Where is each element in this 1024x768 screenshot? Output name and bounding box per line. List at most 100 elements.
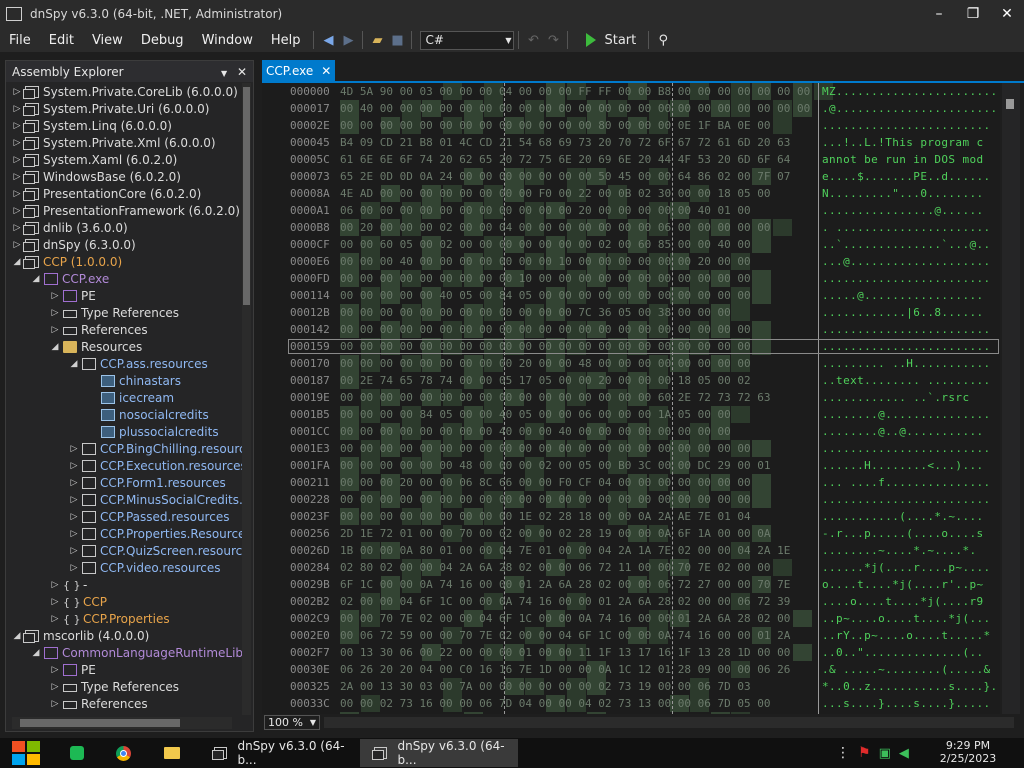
hex-bytes[interactable]: 2D 1E 72 01 00 00 70 00 02 00 00 02 28 1… — [340, 527, 770, 540]
hex-row[interactable]: 00029B 6F 1C 00 00 0A 74 16 00 00 01 2A 6… — [262, 576, 1000, 593]
collapsed-arrow-icon[interactable]: ▷ — [69, 512, 79, 522]
hex-bytes[interactable]: 00 00 00 00 00 40 05 00 84 05 00 00 00 0… — [340, 289, 751, 302]
hex-row[interactable]: 0002E0 00 06 72 59 00 00 70 7E 02 00 00 0… — [262, 627, 1000, 644]
hex-bytes[interactable]: 4E AD 00 00 00 00 00 00 00 00 F0 00 22 0… — [340, 187, 770, 200]
collapsed-arrow-icon[interactable]: ▷ — [12, 87, 22, 97]
tree-node[interactable]: ◢ mscorlib (4.0.0.0) — [12, 627, 149, 644]
tree-node[interactable]: ◢ CommonLanguageRuntimeLibrary — [31, 644, 242, 661]
hex-bytes[interactable]: 00 00 60 05 00 02 00 00 00 00 00 00 00 0… — [340, 238, 751, 251]
hex-ascii[interactable]: ........................ — [822, 442, 991, 455]
hex-ascii[interactable]: .....@................. — [822, 289, 984, 302]
hex-bytes[interactable]: 02 80 02 00 00 04 2A 6A 28 02 00 00 06 7… — [340, 561, 770, 574]
collapsed-arrow-icon[interactable]: ▷ — [69, 546, 79, 556]
hex-bytes[interactable]: 00 00 70 7E 02 00 00 04 6F 1C 00 00 0A 7… — [340, 612, 790, 625]
collapsed-arrow-icon[interactable]: ▷ — [69, 444, 79, 454]
tree-node[interactable]: ▷{ } CCP.Properties — [50, 610, 170, 627]
scroll-thumb[interactable] — [1006, 99, 1014, 109]
collapsed-arrow-icon[interactable]: ▷ — [69, 461, 79, 471]
hex-row[interactable]: 000228 00 00 00 00 00 00 00 00 00 00 00 0… — [262, 491, 1000, 508]
expanded-arrow-icon[interactable]: ◢ — [12, 257, 22, 267]
tree-node[interactable]: ▷{ } CCP — [50, 593, 107, 610]
collapsed-arrow-icon[interactable]: ▷ — [50, 580, 60, 590]
tree-node[interactable]: ▷ CCP.Passed.resources — [69, 508, 230, 525]
menu-help[interactable]: Help — [262, 33, 310, 48]
collapsed-arrow-icon[interactable]: ▷ — [50, 291, 60, 301]
collapsed-arrow-icon[interactable]: ▷ — [69, 495, 79, 505]
tree-node[interactable]: ▷ System.Xaml (6.0.2.0) — [12, 151, 177, 168]
hex-row[interactable]: 0002C9 00 00 70 7E 02 00 00 04 6F 1C 00 0… — [262, 610, 1000, 627]
tree-node[interactable]: ◢ Resources — [50, 338, 143, 355]
expanded-arrow-icon[interactable]: ◢ — [12, 631, 22, 641]
collapsed-arrow-icon[interactable]: ▷ — [50, 614, 60, 624]
tree-node[interactable]: plussocialcredits — [88, 423, 219, 440]
collapsed-arrow-icon[interactable]: ▷ — [12, 240, 22, 250]
collapsed-arrow-icon[interactable]: ▷ — [50, 308, 60, 318]
hex-ascii[interactable]: *..0..z...........s....}. — [822, 680, 998, 693]
hex-ascii[interactable]: ........................ — [822, 272, 991, 285]
tree-node[interactable]: ▷ dnlib (3.6.0.0) — [12, 219, 128, 236]
hex-bytes[interactable]: 00 00 00 20 00 00 06 8C 66 00 00 F0 CF 0… — [340, 476, 751, 489]
save-icon[interactable]: ■ — [387, 30, 407, 50]
collapsed-arrow-icon[interactable]: ▷ — [12, 172, 22, 182]
menu-file[interactable]: File — [0, 33, 40, 48]
hex-ascii[interactable]: .& .....~........(.....& — [822, 663, 991, 676]
tree-node[interactable]: ▷ dnSpy (6.3.0.0) — [12, 236, 136, 253]
zoom-select[interactable]: 100 % ▼ — [264, 715, 320, 730]
chevron-down-icon[interactable]: ▼ — [221, 69, 227, 78]
collapsed-arrow-icon[interactable]: ▷ — [50, 325, 60, 335]
hex-row[interactable]: 000045 B4 09 CD 21 B8 01 4C CD 21 54 68 6… — [262, 134, 1000, 151]
taskbar-window-1[interactable]: dnSpy v6.3.0 (64-b... — [200, 739, 358, 767]
hex-ascii[interactable]: ...!..L.!This program c — [822, 136, 984, 149]
collapsed-arrow-icon[interactable]: ▷ — [50, 665, 60, 675]
expanded-arrow-icon[interactable]: ◢ — [31, 274, 41, 284]
hex-ascii[interactable]: ............|6..8...... — [822, 306, 984, 319]
hex-ascii[interactable]: ..rY..p~....o....t.....* — [822, 629, 991, 642]
tree-node[interactable]: chinastars — [88, 372, 181, 389]
hex-row[interactable]: 0000CF 00 00 60 05 00 02 00 00 00 00 00 0… — [262, 236, 1000, 253]
hex-bytes[interactable]: 02 00 00 04 6F 1C 00 00 0A 74 16 00 00 0… — [340, 595, 790, 608]
tree-node[interactable]: ▷ System.Private.Xml (6.0.0.0) — [12, 134, 216, 151]
hex-ascii[interactable]: . ...................... — [822, 221, 991, 234]
tree-node[interactable]: ▷ Type References — [50, 304, 180, 321]
hex-row[interactable]: 00002E 00 00 00 00 00 00 00 00 00 00 00 0… — [262, 117, 1000, 134]
hex-ascii[interactable]: ...s....}....s....}..... — [822, 697, 991, 710]
hex-bytes[interactable]: 00 00 00 00 00 00 00 00 00 00 00 00 00 0… — [340, 323, 751, 336]
tree-vertical-scrollbar[interactable] — [242, 83, 251, 715]
hex-bytes[interactable]: 00 00 00 00 00 00 00 00 00 00 00 00 00 0… — [340, 442, 751, 455]
hex-ascii[interactable]: ......*j(....r....p~.... — [822, 561, 991, 574]
tree-node[interactable]: ▷ WindowsBase (6.0.2.0) — [12, 168, 181, 185]
menu-view[interactable]: View — [83, 33, 132, 48]
hex-bytes[interactable]: 06 00 00 00 00 00 00 00 00 00 00 00 20 0… — [340, 204, 751, 217]
flag-icon[interactable]: ⚑ — [858, 745, 871, 761]
hex-row[interactable]: 0000E6 00 00 00 40 00 00 00 00 00 00 00 1… — [262, 253, 1000, 270]
hex-ascii[interactable]: ........@............... — [822, 408, 991, 421]
hex-row[interactable]: 00026D 1B 00 00 0A 80 01 00 00 04 7E 01 0… — [262, 542, 1000, 559]
hex-editor[interactable]: 000000 4D 5A 90 00 03 00 00 00 04 00 00 0… — [262, 83, 1000, 714]
tree-node[interactable]: ▷{ } - — [50, 576, 88, 593]
hex-ascii[interactable]: ........................ — [822, 119, 991, 132]
tree-node[interactable]: ▷ References — [50, 321, 148, 338]
hex-bytes[interactable]: 00 40 00 00 00 00 00 00 00 00 00 00 00 0… — [340, 102, 810, 115]
hex-horizontal-scrollbar[interactable] — [324, 717, 1014, 728]
tree-node[interactable]: ▷ PE — [50, 661, 96, 678]
hex-bytes[interactable]: 61 6E 6E 6F 74 20 62 65 20 72 75 6E 20 6… — [340, 153, 790, 166]
expanded-arrow-icon[interactable]: ◢ — [31, 648, 41, 658]
collapsed-arrow-icon[interactable]: ▷ — [69, 529, 79, 539]
hex-ascii[interactable]: ...........(....*.~.... — [822, 510, 984, 523]
hex-row[interactable]: 0001FA 00 00 00 00 00 00 48 00 00 00 02 0… — [262, 457, 1000, 474]
hex-row[interactable]: 00008A 4E AD 00 00 00 00 00 00 00 00 F0 0… — [262, 185, 1000, 202]
back-icon[interactable]: ◀ — [318, 30, 338, 50]
app-green-icon[interactable] — [70, 739, 92, 767]
hex-row[interactable]: 0000A1 06 00 00 00 00 00 00 00 00 00 00 0… — [262, 202, 1000, 219]
hex-ascii[interactable]: -.r...p.....(....o....s — [822, 527, 984, 540]
tree-node[interactable]: ▷ PresentationFramework (6.0.2.0) — [12, 202, 240, 219]
collapsed-arrow-icon[interactable]: ▷ — [69, 563, 79, 573]
hex-bytes[interactable]: 65 2E 0D 0D 0A 24 00 00 00 00 00 00 00 5… — [340, 170, 790, 183]
hex-ascii[interactable]: ......H........<...)... — [822, 459, 984, 472]
hex-row[interactable]: 00019E 00 00 00 00 00 00 00 00 00 00 00 0… — [262, 389, 1000, 406]
hex-row[interactable]: 000114 00 00 00 00 00 40 05 00 84 05 00 0… — [262, 287, 1000, 304]
hex-ascii[interactable]: ... ....f............... — [822, 476, 991, 489]
hex-ascii[interactable]: ............ ..`.rsrc — [822, 391, 969, 404]
collapsed-arrow-icon[interactable]: ▷ — [50, 682, 60, 692]
hex-row[interactable]: 000073 65 2E 0D 0D 0A 24 00 00 00 00 00 0… — [262, 168, 1000, 185]
